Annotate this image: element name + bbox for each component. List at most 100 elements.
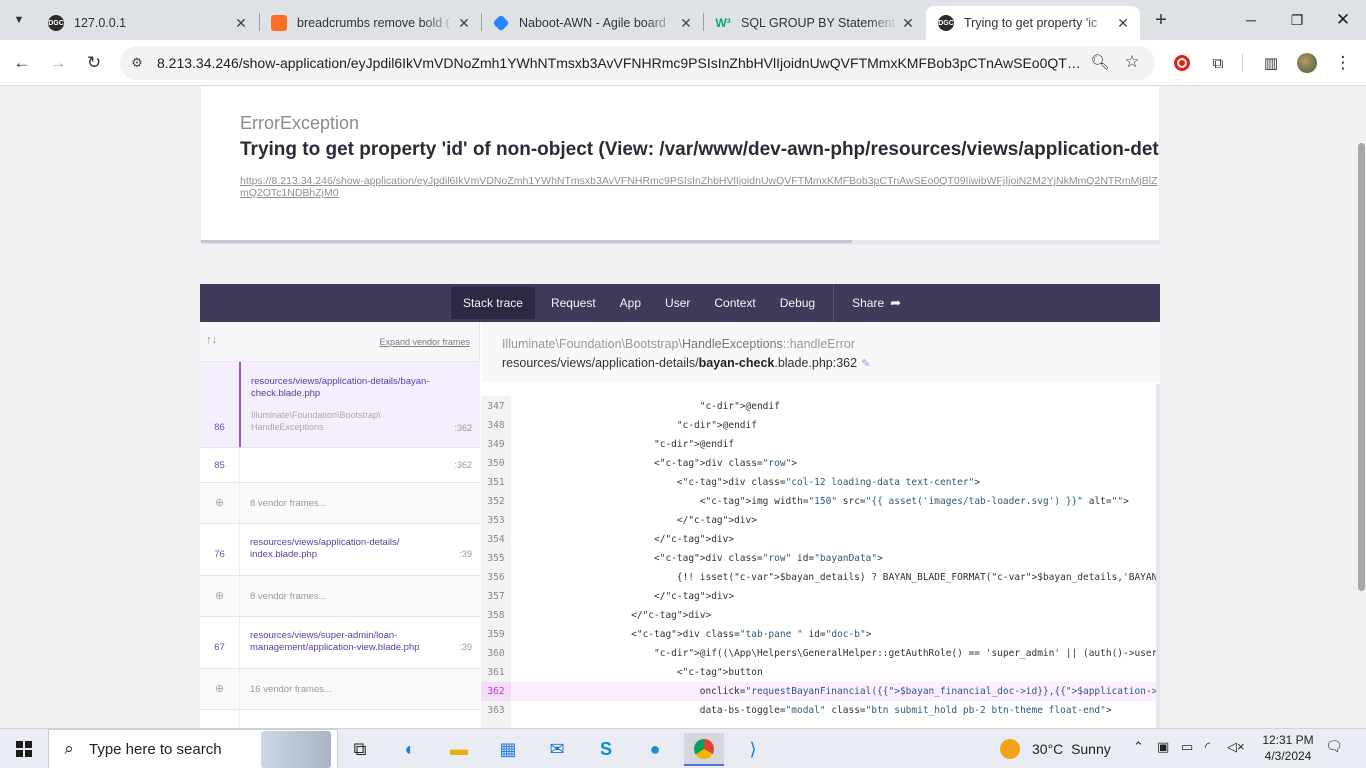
wifi-icon[interactable]: ◜ [1205,739,1210,755]
code-text: </"c-tag">div> [511,534,735,545]
code-line: 360 "c-dir">@if((\App\Helpers\GeneralHel… [481,644,1156,663]
vscode-icon[interactable]: ⟩ [733,733,773,766]
back-button[interactable]: ← [10,51,34,75]
restore-button[interactable]: ❐ [1274,0,1320,40]
browser-tab[interactable]: breadcrumbs remove bold ( ✕ [259,6,481,40]
share-button[interactable]: Share ➦ [840,284,913,322]
error-url-link[interactable]: https://8.213.34.246/show-application/ey… [240,175,1159,201]
notification-icon[interactable]: 🗨︎ [1322,738,1346,760]
close-icon[interactable]: ✕ [232,15,250,32]
browser-tab-active[interactable]: DGC Trying to get property 'ic ✕ [926,6,1140,40]
edge-icon[interactable]: ◐ [390,733,430,766]
file-explorer-icon[interactable]: ▬ [439,733,479,766]
tab-user[interactable]: User [653,284,702,322]
vendor-frames-group[interactable]: ⊕ 8 vendor frames... [200,576,480,617]
stack-frame[interactable]: 85 :362 [200,448,480,483]
profile-avatar[interactable] [1296,52,1318,74]
line-number: 351 [481,473,511,492]
address-bar[interactable]: ⚙ 8.213.34.246/show-application/eyJpdil6… [120,46,1155,80]
taskbar-search[interactable]: ⌕ Type here to search [48,729,338,768]
browser-tab[interactable]: W³ SQL GROUP BY Statement ✕ [703,6,925,40]
close-icon[interactable]: ✕ [677,15,695,32]
plus-icon: ⊕ [214,497,225,509]
error-progress-bar [201,240,1159,243]
tab-context[interactable]: Context [702,284,767,322]
task-view-icon[interactable]: ⧉ [340,733,380,766]
start-button[interactable] [0,729,48,768]
menu-dots-icon[interactable]: ⋮ [1332,52,1354,74]
flare-nav: Stack trace Request App User Context Deb… [200,284,1160,322]
tab-app[interactable]: App [608,284,653,322]
address-url[interactable]: 8.213.34.246/show-application/eyJpdil6Ik… [157,55,1085,71]
frame-file: resources/views/application-details/ ind… [250,537,400,560]
line-number: 361 [481,663,511,682]
mail-icon[interactable]: ✉ [537,733,577,766]
search-highlight-image[interactable] [261,731,331,768]
app-icon[interactable]: ● [635,733,675,766]
browser-tab[interactable]: DGC 127.0.0.1 ✕ [36,6,258,40]
frames-header: ↑↓ Expand vendor frames [200,322,480,362]
code-scrollbar[interactable] [1156,384,1160,728]
scrollbar-thumb[interactable] [1358,143,1365,591]
frame-class: Illuminate\Foundation\Bootstrap\ HandleE… [251,410,381,432]
search-icon: ⌕ [64,739,74,758]
sun-icon [1000,739,1020,759]
side-panel-icon[interactable]: ▥ [1260,52,1282,74]
stack-frame[interactable] [200,710,480,728]
reload-button[interactable]: ↻ [82,51,106,75]
code-text: "c-dir">@endif [654,439,735,450]
close-icon[interactable]: ✕ [1114,15,1132,32]
tab-debug[interactable]: Debug [768,284,827,322]
error-class: ErrorException [240,113,360,133]
weather-widget[interactable]: 30°C Sunny [1000,729,1111,768]
tab-stack-trace[interactable]: Stack trace [450,287,535,319]
chevron-up-icon[interactable]: ⌃ [1133,739,1144,755]
stack-frame[interactable]: 76 resources/views/application-details/ … [200,524,480,576]
forward-button[interactable]: → [46,51,70,75]
zoom-icon[interactable]: 🔍︎ [1090,53,1110,73]
code-line: 356 {!! isset("c-var">$bayan_details) ? … [481,568,1156,587]
line-number: 357 [481,587,511,606]
code-text: <"c-tag">img width="150" src="{{ asset('… [511,496,1129,507]
clock[interactable]: 12:31 PM 4/3/2024 [1262,732,1314,764]
pencil-icon[interactable]: ✎ [861,358,870,370]
browser-tab[interactable]: Naboot-AWN - Agile board ✕ [481,6,703,40]
line-number: 358 [481,606,511,625]
frame-line: :362 [454,460,472,470]
sort-arrows-icon[interactable]: ↑↓ [206,334,217,346]
new-tab-button[interactable]: + [1150,9,1172,31]
stack-frame[interactable]: 86 resources/views/application-details/b… [200,362,480,448]
close-icon[interactable]: ✕ [455,15,473,32]
expand-vendor-frames-link[interactable]: Expand vendor frames [379,337,470,347]
plus-icon: ⊕ [214,590,225,602]
line-number: 352 [481,492,511,511]
volume-icon[interactable]: ◁× [1227,739,1245,755]
meet-icon[interactable]: ▣ [1157,739,1169,755]
tab-search-dropdown-icon[interactable]: ▼ [7,8,31,32]
share-arrow-icon: ➦ [890,295,902,310]
minimize-button[interactable]: ─ [1228,0,1274,40]
tab-request[interactable]: Request [539,284,608,322]
code-line: 355 <"c-tag">div class="row" id="bayanDa… [481,549,1156,568]
bookmark-star-icon[interactable]: ☆ [1122,52,1142,72]
page-scrollbar[interactable] [1357,87,1366,728]
extension-red-icon[interactable] [1171,52,1193,74]
jira-icon [492,14,510,32]
weather-text: Sunny [1071,741,1111,757]
extensions-puzzle-icon[interactable]: ⧉ [1207,52,1229,74]
chrome-icon[interactable] [684,733,724,766]
line-number: 353 [481,511,511,530]
store-icon[interactable]: ▦ [488,733,528,766]
site-info-icon[interactable]: ⚙ [128,54,146,72]
line-number: 360 [481,644,511,663]
close-icon[interactable]: ✕ [899,15,917,32]
vendor-frames-group[interactable]: ⊕ 16 vendor frames... [200,669,480,710]
skype-icon[interactable]: S [586,733,626,766]
battery-icon[interactable]: ▭ [1181,739,1193,755]
snippet-file[interactable]: resources/views/application-details/baya… [502,356,870,370]
windows-logo-icon [16,741,32,757]
code-line: 358 </"c-tag">div> [481,606,1156,625]
vendor-frames-group[interactable]: ⊕ 8 vendor frames... [200,483,480,524]
close-window-button[interactable]: ✕ [1320,0,1366,40]
stack-frame[interactable]: 67 resources/views/super-admin/loan-mana… [200,617,480,669]
